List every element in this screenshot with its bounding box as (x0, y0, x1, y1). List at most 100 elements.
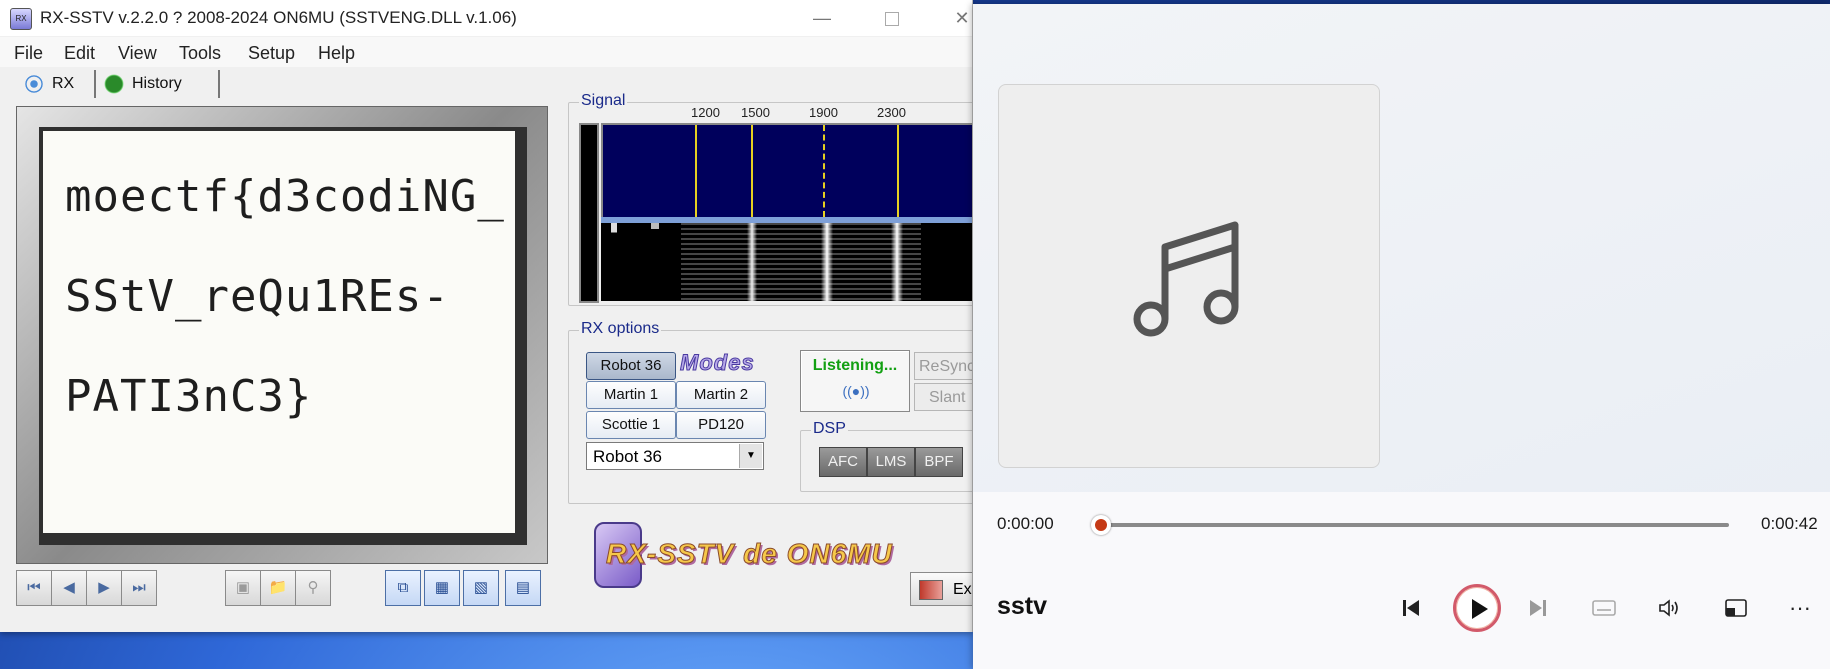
menu-edit[interactable]: Edit (64, 43, 95, 64)
album-art (998, 84, 1380, 468)
play-button[interactable] (1453, 584, 1501, 632)
image-text-line: moectf{d3codiNG_ (65, 171, 505, 222)
first-image-button[interactable]: ⏮ (16, 570, 52, 606)
menu-bar: File Edit View Tools Setup Help (0, 37, 972, 67)
marker-1900 (823, 125, 825, 217)
menu-view[interactable]: View (118, 43, 157, 64)
marker-2300 (897, 125, 899, 217)
skip-next-icon (1530, 600, 1546, 616)
mode-martin2-button[interactable]: Martin 2 (676, 381, 766, 409)
resync-button[interactable]: ReSync (914, 352, 972, 380)
mini-player-button[interactable] (1716, 588, 1756, 628)
history-icon (100, 73, 128, 95)
folder-icon: 📁 (268, 579, 288, 596)
image-text-line: SStV_reQu1REs- (65, 271, 450, 322)
freq-label: 1900 (809, 105, 838, 120)
playback-controls: 0:00:00 0:00:42 sstv ··· (973, 492, 1830, 669)
delete-image-button[interactable]: ▣ (225, 570, 261, 606)
skip-last-icon: ⏭ (132, 579, 146, 596)
antenna-icon: ((●)) (842, 383, 870, 399)
freq-label: 1200 (691, 105, 720, 120)
volume-icon (1659, 599, 1678, 617)
previous-image-button[interactable]: ◀ (51, 570, 87, 606)
ellipsis-icon: ··· (1789, 595, 1811, 620)
brand-logo: RX-SSTV de ON6MU (594, 518, 894, 588)
play-icon (1472, 599, 1488, 619)
more-options-button[interactable]: ··· (1780, 588, 1820, 628)
maximize-icon (885, 12, 899, 26)
seek-thumb[interactable] (1091, 515, 1111, 535)
open-folder-button[interactable]: 📁 (260, 570, 296, 606)
waterfall-noise (681, 223, 921, 301)
marker-1500 (751, 125, 753, 217)
copy-icon: ⧉ (397, 579, 409, 596)
close-button[interactable]: ✕ (940, 4, 972, 32)
dsp-group: DSP AFC LMS BPF (800, 420, 972, 492)
menu-setup[interactable]: Setup (248, 43, 295, 64)
copy-button[interactable]: ⧉ (385, 570, 421, 606)
mode-scottie1-button[interactable]: Scottie 1 (586, 411, 676, 439)
chevron-down-icon: ▼ (739, 444, 762, 468)
magnifier-icon: ⚲ (307, 579, 319, 596)
seek-bar[interactable] (1091, 515, 1729, 535)
menu-tools[interactable]: Tools (179, 43, 221, 64)
save-as-icon: ▧ (473, 579, 489, 596)
bpf-button[interactable]: BPF (915, 447, 963, 477)
status-text: Listening... (812, 357, 898, 374)
signal-level-meter (579, 123, 599, 303)
freq-label: 2300 (877, 105, 906, 120)
last-image-button[interactable]: ⏭ (121, 570, 157, 606)
signal-group-title: Signal (579, 92, 628, 110)
save-as-button[interactable]: ▧ (463, 570, 499, 606)
next-track-button[interactable] (1518, 588, 1558, 628)
send-button[interactable]: ▤ (505, 570, 541, 606)
track-title: sstv (997, 592, 1048, 620)
modes-logo: Modes (680, 350, 755, 376)
menu-help[interactable]: Help (318, 43, 355, 64)
arrow-right-icon: ▶ (98, 579, 110, 596)
printer-icon: ▤ (515, 579, 531, 596)
mode-select-value: Robot 36 (593, 447, 662, 466)
mode-pd120-button[interactable]: PD120 (676, 411, 766, 439)
lms-button[interactable]: LMS (867, 447, 915, 477)
exit-icon (919, 580, 943, 600)
exit-button[interactable]: Exi (910, 572, 972, 606)
maximize-button[interactable] (870, 4, 914, 32)
waterfall-trace (611, 223, 617, 301)
skip-previous-icon (1403, 600, 1419, 616)
tab-rx[interactable]: RX (20, 70, 96, 98)
volume-button[interactable] (1650, 588, 1690, 628)
tab-rx-label: RX (52, 75, 75, 92)
title-bar[interactable]: RX RX-SSTV v.2.2.0 ? 2008-2024 ON6MU (SS… (0, 0, 972, 36)
dsp-group-title: DSP (811, 420, 848, 438)
mini-player-icon (1725, 599, 1747, 617)
listening-status: Listening... ((●)) (800, 350, 910, 412)
time-total: 0:00:42 (1761, 514, 1818, 533)
slant-button[interactable]: Slant (914, 383, 972, 411)
mode-select[interactable]: Robot 36 ▼ (586, 442, 764, 470)
next-image-button[interactable]: ▶ (86, 570, 122, 606)
rx-options-title: RX options (579, 320, 662, 338)
previous-track-button[interactable] (1391, 588, 1431, 628)
minimize-button[interactable]: — (800, 4, 844, 32)
captions-button[interactable] (1584, 588, 1624, 628)
arrow-left-icon: ◀ (63, 579, 75, 596)
app-icon: RX (10, 8, 32, 30)
menu-file[interactable]: File (14, 43, 43, 64)
window-title: RX-SSTV v.2.2.0 ? 2008-2024 ON6MU (SSTVE… (40, 8, 517, 27)
afc-button[interactable]: AFC (819, 447, 867, 477)
save-button[interactable]: ▦ (424, 570, 460, 606)
tab-history[interactable]: History (100, 70, 220, 98)
rx-sstv-window: RX RX-SSTV v.2.2.0 ? 2008-2024 ON6MU (SS… (0, 0, 973, 632)
mode-martin1-button[interactable]: Martin 1 (586, 381, 676, 409)
captions-icon (1592, 600, 1616, 616)
image-bezel: moectf{d3codiNG_ SStV_reQu1REs- PATI3nC3… (39, 127, 527, 545)
waterfall-display (601, 223, 972, 301)
mode-robot36-button[interactable]: Robot 36 (586, 352, 676, 380)
brand-text: RX-SSTV de ON6MU (606, 538, 893, 570)
image-frame: moectf{d3codiNG_ SStV_reQu1REs- PATI3nC3… (16, 106, 548, 564)
zoom-button[interactable]: ⚲ (295, 570, 331, 606)
time-elapsed: 0:00:00 (997, 514, 1054, 533)
media-player-window: 0:00:00 0:00:42 sstv ··· (973, 4, 1830, 669)
waterfall-trace (891, 223, 903, 301)
